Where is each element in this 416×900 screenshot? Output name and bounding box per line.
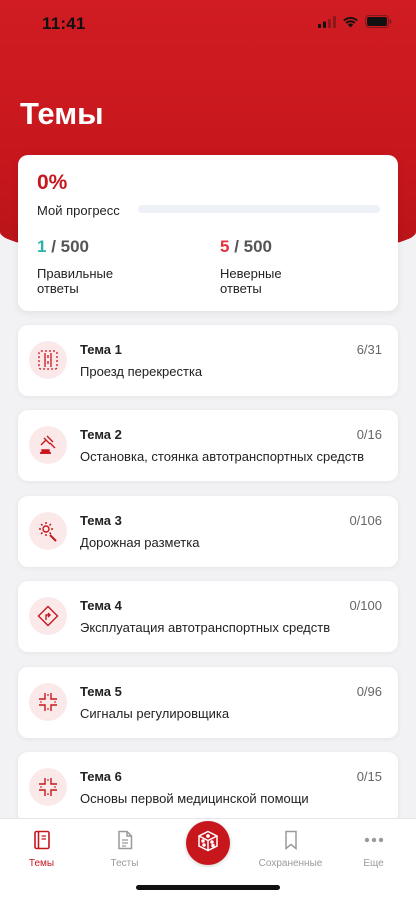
correct-label: Правильные ответы [37,266,114,296]
topic-card-1[interactable]: Тема 1 Проезд перекрестка 6/31 [18,325,398,396]
home-indicator [136,885,280,890]
topic-number: Тема 5 [80,684,122,699]
status-time: 11:41 [42,14,86,33]
tab-label: Еще [363,858,384,869]
signal-icon [318,15,336,33]
tab-tests[interactable]: Тесты [83,829,166,869]
tab-more[interactable]: Еще [332,829,415,869]
topic-count: 6/31 [356,342,382,357]
progress-bar [138,205,380,213]
gavel-icon [29,426,67,464]
topic-card-4[interactable]: Тема 4 Эксплуатация автотранспортных сре… [18,581,398,652]
topic-count: 0/15 [356,769,382,784]
topic-name: Проезд перекрестка [80,364,203,379]
topic-name: Остановка, стоянка автотранспортных сред… [80,449,365,464]
status-bar: 11:41 [0,0,416,48]
battery-icon [365,15,392,33]
random-dice-button[interactable] [186,821,230,865]
topic-name: Сигналы регулировщика [80,706,230,721]
wrong-label: Неверные ответы [220,266,282,296]
topic-card-2[interactable]: Тема 2 Остановка, стоянка автотранспортн… [18,410,398,481]
book-icon [0,829,83,851]
topic-card-3[interactable]: Тема 3 Дорожная разметка 0/106 [18,496,398,567]
intersection-icon [29,341,67,379]
gear-wrench-icon [29,512,67,550]
tab-label: Тесты [110,858,139,869]
road-sign-icon [29,597,67,635]
progress-card: 0% Мой прогресс 1 / 500 Правильные ответ… [18,155,398,311]
topic-number: Тема 2 [80,427,122,442]
topic-name: Дорожная разметка [80,535,200,550]
topic-number: Тема 1 [80,342,122,357]
progress-label: Мой прогресс [37,203,120,218]
topic-name: Эксплуатация автотранспортных средств [80,620,331,635]
wifi-icon [342,15,359,33]
topic-card-6[interactable]: Тема 6 Основы первой медицинской помощи … [18,752,398,823]
topic-count: 0/16 [356,427,382,442]
topic-number: Тема 4 [80,598,122,613]
dice-icon [196,829,220,858]
tab-saved[interactable]: Сохраненные [249,829,332,869]
progress-percent: 0% [37,171,68,194]
document-icon [83,829,166,851]
crossroads-icon [29,768,67,806]
crossroads-icon [29,683,67,721]
topic-number: Тема 3 [80,513,122,528]
correct-total: / 500 [46,237,90,256]
bookmark-icon [249,829,332,851]
topic-card-5[interactable]: Тема 5 Сигналы регулировщика 0/96 [18,667,398,738]
topic-count: 0/100 [349,598,382,613]
topic-name: Основы первой медицинской помощи [80,791,309,806]
tab-label: Темы [28,858,55,869]
tab-topics[interactable]: Темы [0,829,83,869]
topic-number: Тема 6 [80,769,122,784]
topic-count: 0/96 [356,684,382,699]
topic-count: 0/106 [349,513,382,528]
more-icon [332,829,415,851]
wrong-total: / 500 [229,237,273,256]
page-title: Темы [20,96,104,131]
tab-label: Сохраненные [258,858,323,869]
correct-stat: 1 / 500 Правильные ответы [37,237,127,296]
wrong-stat: 5 / 500 Неверные ответы [220,237,310,296]
